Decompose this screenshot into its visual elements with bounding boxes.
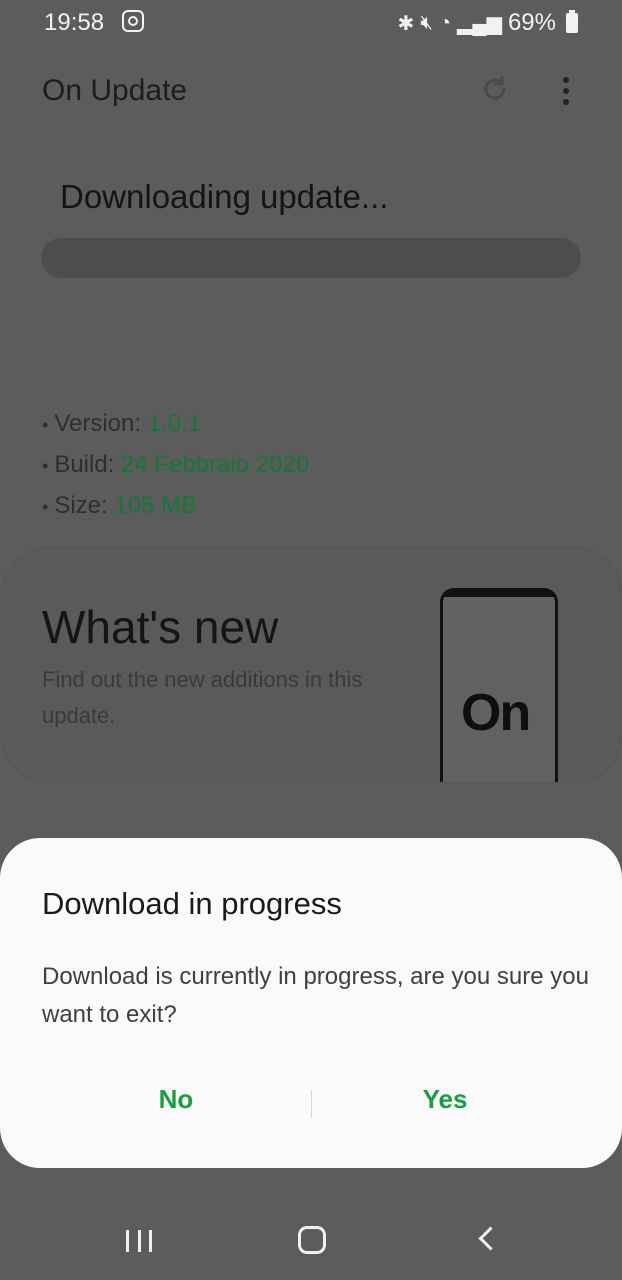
home-icon[interactable] bbox=[298, 1226, 326, 1254]
size-label: Size: bbox=[54, 492, 115, 519]
build-value: 24 Febbraio 2020 bbox=[121, 451, 310, 478]
battery-icon bbox=[566, 10, 578, 33]
bullet: • bbox=[42, 497, 49, 517]
info-row-version: • Version: 1.0.1 bbox=[42, 404, 309, 445]
bullet: • bbox=[42, 415, 49, 435]
button-divider bbox=[311, 1090, 312, 1118]
whats-new-card[interactable]: What's new Find out the new additions in… bbox=[2, 548, 622, 782]
more-vert-icon[interactable] bbox=[555, 74, 577, 108]
back-icon[interactable] bbox=[478, 1226, 503, 1251]
app-title: On Update bbox=[42, 74, 188, 107]
info-row-build: • Build: 24 Febbraio 2020 bbox=[42, 445, 309, 486]
wifi-icon: ◔ bbox=[438, 11, 452, 34]
update-info-list: • Version: 1.0.1 • Build: 24 Febbraio 2020… bbox=[42, 404, 309, 527]
bluetooth-icon: ✱ bbox=[397, 12, 415, 35]
instagram-icon bbox=[122, 10, 144, 32]
phone-illustration: On bbox=[440, 588, 558, 782]
download-progress-bar bbox=[41, 238, 581, 278]
battery-percent: 69% bbox=[507, 9, 556, 36]
whats-new-title: What's new bbox=[42, 601, 279, 653]
status-bar: 19:58 ✱ 🔇︎ ◔ ▂▄▆ 69% bbox=[0, 0, 622, 44]
version-value: 1.0.1 bbox=[147, 410, 202, 437]
status-icons: ✱ 🔇︎ ◔ ▂▄▆ 69% bbox=[398, 9, 578, 37]
recent-apps-icon[interactable] bbox=[126, 1230, 152, 1252]
bullet: • bbox=[42, 456, 49, 476]
size-value: 105 MB bbox=[114, 492, 198, 519]
build-label: Build: bbox=[54, 451, 122, 478]
mute-icon: 🔇︎ bbox=[420, 11, 433, 34]
download-status-title: Downloading update... bbox=[60, 178, 389, 215]
refresh-icon[interactable] bbox=[480, 74, 510, 104]
signal-icon: ▂▄▆ bbox=[457, 12, 502, 35]
exit-confirm-dialog: Download in progress Download is current… bbox=[0, 838, 622, 1168]
navigation-bar bbox=[0, 1200, 622, 1280]
dialog-title: Download in progress bbox=[42, 886, 342, 921]
whats-new-description: Find out the new additions in this updat… bbox=[42, 667, 363, 728]
dialog-message: Download is currently in progress, are y… bbox=[42, 963, 589, 1028]
info-row-size: • Size: 105 MB bbox=[42, 486, 309, 527]
status-time: 19:58 bbox=[44, 9, 105, 36]
on-logo: On bbox=[461, 684, 531, 742]
version-label: Version: bbox=[54, 410, 148, 437]
yes-button[interactable]: Yes bbox=[345, 1084, 545, 1115]
no-button[interactable]: No bbox=[76, 1084, 276, 1115]
